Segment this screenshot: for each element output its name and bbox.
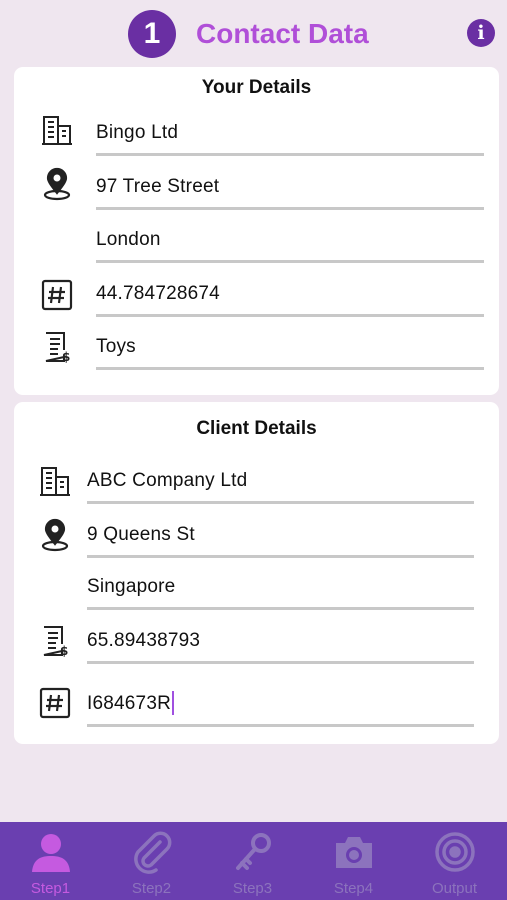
camera-icon	[332, 830, 376, 874]
page-title: Contact Data	[196, 18, 369, 49]
your-number-field[interactable]: 44.784728674	[96, 277, 484, 317]
your-address-line1-field[interactable]: 97 Tree Street	[96, 170, 484, 210]
target-icon	[433, 830, 477, 874]
client-address-line1-field[interactable]: 9 Queens St	[87, 518, 474, 558]
key-icon	[231, 830, 275, 874]
building-icon	[40, 113, 74, 147]
step-number-badge: 1	[128, 10, 176, 58]
svg-text:$: $	[62, 350, 70, 364]
text-caret	[172, 691, 174, 715]
your-details-title: Your Details	[201, 77, 312, 98]
tab-output[interactable]: Output	[404, 822, 505, 900]
client-details-title: Client Details	[196, 418, 317, 439]
person-icon	[29, 830, 73, 874]
your-address-line2-field[interactable]: London	[96, 223, 484, 263]
your-category-field[interactable]: Toys	[96, 330, 484, 370]
your-company-field[interactable]: Bingo Ltd	[96, 116, 484, 156]
tab-step4[interactable]: Step4	[303, 822, 404, 900]
svg-text:$: $	[60, 644, 68, 658]
invoice-icon: $	[40, 330, 74, 364]
building-icon	[38, 464, 72, 498]
tab-bar: Step1 Step2 Step3 Step4 Output	[0, 822, 507, 900]
location-pin-icon	[40, 167, 74, 201]
invoice-icon: $	[38, 624, 72, 658]
client-number-text: I684673R	[87, 693, 172, 714]
header: 1 Contact Data i	[0, 0, 507, 66]
tab-step2[interactable]: Step2	[101, 822, 202, 900]
info-icon[interactable]: i	[467, 19, 495, 47]
tab-step1[interactable]: Step1	[0, 822, 101, 900]
paperclip-icon	[130, 830, 174, 874]
client-address-line2-field[interactable]: Singapore	[87, 570, 474, 610]
hash-icon	[40, 278, 74, 312]
tab-step3[interactable]: Step3	[202, 822, 303, 900]
client-number-field[interactable]: I684673R	[87, 687, 474, 727]
client-details-card: Client Details ABC Company Ltd 9 Queens …	[14, 402, 499, 744]
client-company-field[interactable]: ABC Company Ltd	[87, 464, 474, 504]
location-pin-icon	[38, 518, 72, 552]
client-phone-field[interactable]: 65.89438793	[87, 624, 474, 664]
hash-icon	[38, 686, 72, 720]
your-details-card: Your Details Bingo Ltd 97 Tree Street Lo…	[14, 67, 499, 395]
